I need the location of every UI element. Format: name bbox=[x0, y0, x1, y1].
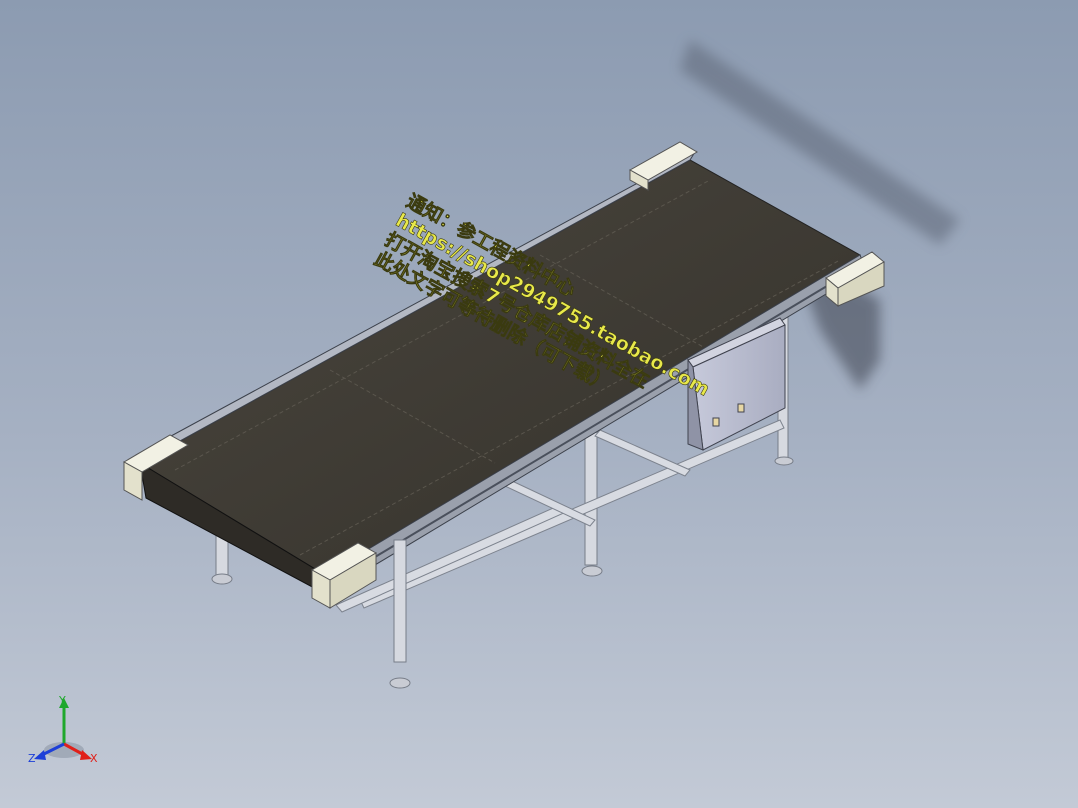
z-axis-label: Z bbox=[28, 752, 36, 765]
z-arrowhead-icon bbox=[34, 750, 46, 760]
y-axis-label: Y bbox=[58, 694, 66, 707]
axis-triad[interactable]: Y X Z bbox=[22, 692, 112, 772]
x-axis-label: X bbox=[90, 752, 98, 765]
model-viewport[interactable]: 通知：参工程资料中心 https://shop2949755.taobao.co… bbox=[0, 0, 1078, 808]
front-right-leg bbox=[389, 539, 411, 689]
conveyor-model[interactable]: 通知：参工程资料中心 https://shop2949755.taobao.co… bbox=[0, 0, 1078, 808]
